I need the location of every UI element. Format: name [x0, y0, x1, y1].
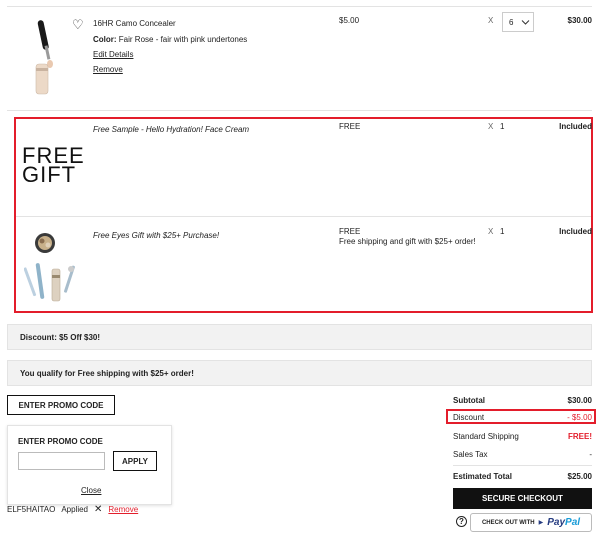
eyes-gift-image — [23, 231, 82, 305]
promo-panel-title: ENTER PROMO CODE — [18, 437, 103, 446]
close-link[interactable]: Close — [81, 486, 101, 495]
item-name: Free Sample - Hello Hydration! Face Crea… — [93, 125, 250, 134]
remove-promo-link[interactable]: Remove — [108, 505, 138, 514]
shipping-banner: You qualify for Free shipping with $25+ … — [7, 360, 592, 386]
estimated-total-label: Estimated Total — [453, 472, 512, 481]
discount-label: Discount — [453, 413, 485, 422]
promo-code-toggle[interactable]: ENTER PROMO CODE — [7, 395, 115, 415]
qty-times: X — [488, 227, 494, 236]
product-image-concealer[interactable] — [28, 16, 62, 96]
discount-value: - $5.00 — [567, 413, 592, 422]
item-price: FREE — [339, 227, 361, 236]
item-color: Color: Fair Rose - fair with pink undert… — [93, 35, 247, 44]
qty-times: X — [488, 122, 494, 131]
paypal-icon: ▶ — [538, 519, 544, 526]
item-price-note: Free shipping and gift with $25+ order! — [339, 237, 476, 246]
item-total: Included — [559, 122, 592, 131]
quantity-value: 6 — [509, 17, 514, 27]
subtotal-value: $30.00 — [567, 396, 592, 405]
item-price: $5.00 — [339, 16, 360, 25]
free-gift-line2: GIFT — [22, 162, 77, 187]
info-icon[interactable]: ? — [456, 516, 467, 527]
close-icon[interactable]: ✕ — [94, 504, 102, 514]
subtotal-label: Subtotal — [453, 396, 485, 405]
item-price: FREE — [339, 122, 361, 131]
promo-code-panel: ENTER PROMO CODE APPLY Close — [7, 425, 172, 505]
apply-label: APPLY — [122, 456, 148, 466]
divider — [7, 6, 592, 7]
secure-checkout-button[interactable]: SECURE CHECKOUT — [453, 488, 592, 509]
quantity-value: 1 — [500, 122, 505, 131]
free-gifts-highlight — [14, 117, 593, 313]
applied-code: ELF5HAITAO — [7, 505, 56, 514]
applied-promo-row: ELF5HAITAO Applied ✕ Remove — [7, 504, 138, 514]
paypal-prefix: CHECK OUT WITH — [481, 519, 535, 526]
estimated-total-value: $25.00 — [567, 472, 592, 481]
paypal-logo-pay: Pay — [547, 517, 566, 528]
item-name[interactable]: 16HR Camo Concealer — [93, 19, 176, 28]
tax-value: - — [589, 450, 592, 459]
divider — [7, 110, 592, 111]
tax-label: Sales Tax — [453, 450, 488, 459]
shipping-label: Standard Shipping — [453, 432, 519, 441]
discount-banner-text: Discount: $5 Off $30! — [20, 332, 101, 342]
promo-toggle-label: ENTER PROMO CODE — [18, 400, 104, 410]
item-total: Included — [559, 227, 592, 236]
promo-code-input[interactable] — [18, 452, 105, 470]
divider — [16, 216, 591, 217]
secure-checkout-label: SECURE CHECKOUT — [482, 494, 563, 503]
quantity-select[interactable]: 6 — [502, 12, 534, 32]
shipping-banner-text: You qualify for Free shipping with $25+ … — [20, 368, 194, 378]
item-total: $30.00 — [567, 16, 592, 25]
applied-status: Applied — [61, 505, 88, 514]
free-gift-image: FREE GIFT — [22, 145, 85, 187]
color-value: Fair Rose - fair with pink undertones — [118, 35, 248, 44]
remove-link[interactable]: Remove — [93, 65, 123, 74]
item-name: Free Eyes Gift with $25+ Purchase! — [93, 231, 220, 240]
edit-details-link[interactable]: Edit Details — [93, 50, 133, 59]
quantity-value: 1 — [500, 227, 505, 236]
divider — [453, 465, 592, 466]
apply-button[interactable]: APPLY — [113, 451, 157, 471]
discount-banner: Discount: $5 Off $30! — [7, 324, 592, 350]
chevron-down-icon — [521, 20, 530, 25]
paypal-checkout-button[interactable]: CHECK OUT WITH ▶ Pay Pal — [470, 513, 592, 532]
color-label: Color: — [93, 35, 117, 44]
paypal-logo-pal: Pal — [565, 517, 581, 528]
heart-icon[interactable]: ♡ — [72, 18, 84, 31]
qty-times: X — [488, 16, 494, 25]
shipping-value: FREE! — [568, 432, 592, 441]
